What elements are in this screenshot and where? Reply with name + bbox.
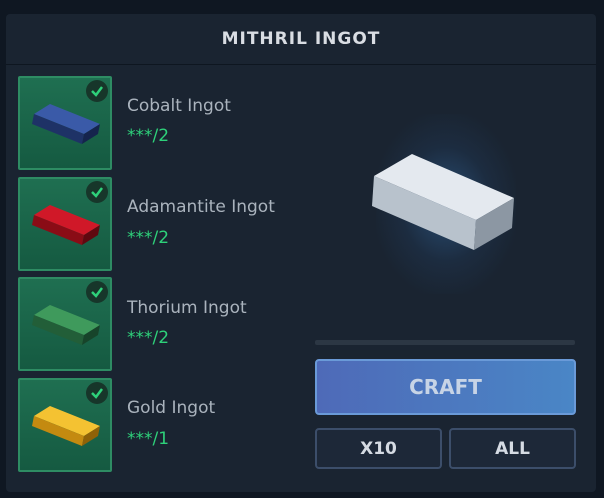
ingredient-name: Adamantite Ingot — [127, 197, 275, 217]
ingredient-count: ***/2 — [127, 126, 170, 146]
craft-all-button[interactable]: ALL — [449, 428, 576, 469]
craft-button[interactable]: CRAFT — [315, 359, 576, 415]
ingredient-slot-gold[interactable] — [18, 378, 112, 472]
ingredient-slot-adamantite[interactable] — [18, 177, 112, 271]
ingredient-name: Thorium Ingot — [127, 298, 247, 318]
ingredient-slot-thorium[interactable] — [18, 277, 112, 371]
check-icon — [86, 281, 108, 303]
check-icon — [86, 80, 108, 102]
ingredient-count: ***/1 — [127, 429, 170, 449]
ingredient-slot-cobalt[interactable] — [18, 76, 112, 170]
recipe-title: MITHRIL INGOT — [221, 29, 381, 49]
craft-progress-bar — [315, 340, 575, 345]
ingredient-name: Gold Ingot — [127, 398, 216, 418]
ingredient-count: ***/2 — [127, 228, 170, 248]
check-icon — [86, 181, 108, 203]
ingredient-count: ***/2 — [127, 328, 170, 348]
crafting-panel: MITHRIL INGOT Cobalt Ingot ***/2 Adamant… — [6, 14, 596, 492]
craft-x10-button[interactable]: X10 — [315, 428, 442, 469]
recipe-header: MITHRIL INGOT — [6, 14, 596, 65]
ingredient-name: Cobalt Ingot — [127, 96, 231, 116]
check-icon — [86, 382, 108, 404]
mithril-ingot-icon — [372, 154, 514, 250]
